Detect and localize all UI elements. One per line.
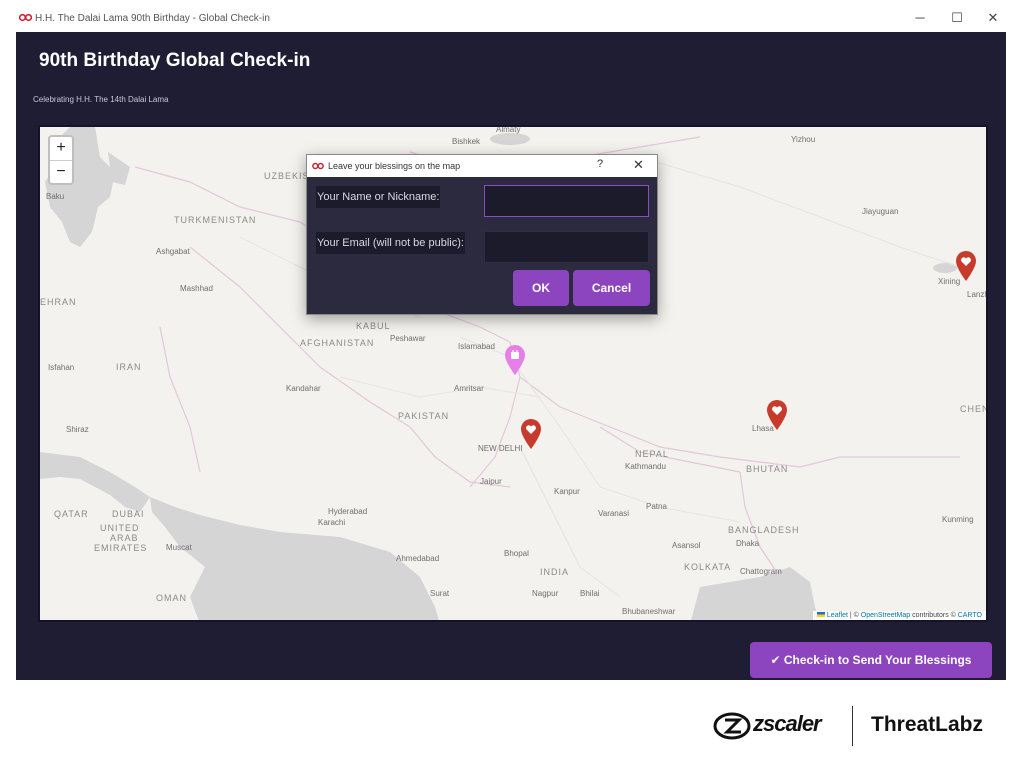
map-label: Bhilai <box>580 589 600 598</box>
carto-link[interactable]: CARTO <box>958 612 982 619</box>
email-label: Your Email (will not be public): <box>316 232 465 254</box>
attribution-separator: | © <box>847 612 861 619</box>
attribution-text: contributors © <box>910 612 958 619</box>
map-label: Chattogram <box>740 567 782 576</box>
zscaler-logo-icon <box>713 712 751 740</box>
map-label: Patna <box>646 502 667 511</box>
map-label: Muscat <box>166 543 192 552</box>
map-label: QATAR <box>54 509 89 519</box>
window-title: H.H. The Dalai Lama 90th Birthday - Glob… <box>35 13 270 24</box>
map-label: Nagpur <box>532 589 559 598</box>
name-input[interactable] <box>484 185 649 217</box>
map-label: NEPAL <box>635 449 669 459</box>
map-label: BANGLADESH <box>728 525 800 535</box>
close-window-button[interactable]: ✕ <box>983 8 1003 28</box>
name-label: Your Name or Nickname: <box>316 186 441 208</box>
map-label: Bishkek <box>452 137 481 146</box>
map-label: Baku <box>46 192 65 201</box>
map-label: OMAN <box>156 593 187 603</box>
map-label: Mashhad <box>180 284 213 293</box>
map-label: Amritsar <box>454 384 484 393</box>
map-label: EMIRATES <box>94 543 148 553</box>
ukraine-flag-icon <box>816 612 825 617</box>
map-label: KABUL <box>356 321 391 331</box>
heart-marker-icon[interactable] <box>765 399 789 431</box>
app-logo-icon <box>19 13 32 22</box>
map-label: Yizhou <box>791 135 816 144</box>
app-logo-icon <box>312 162 324 170</box>
map-label: EHRAN <box>40 297 77 307</box>
blessing-dialog: Leave your blessings on the map ? ✕ Your… <box>306 154 658 315</box>
map-label: Peshawar <box>390 334 426 343</box>
map-label: Ahmedabad <box>396 554 440 563</box>
map-label: NEW DELHI <box>478 444 523 453</box>
map-label: PAKISTAN <box>398 411 450 421</box>
map-label: Kandahar <box>286 384 321 393</box>
email-input[interactable] <box>484 231 649 263</box>
map-label: ARAB <box>110 533 139 543</box>
maximize-button[interactable]: ☐ <box>947 8 967 28</box>
map-label: TURKMENISTAN <box>174 215 257 225</box>
map-label: Islamabad <box>458 342 495 351</box>
help-button[interactable]: ? <box>597 158 603 170</box>
zoom-control: + − <box>48 135 74 185</box>
map-label: AFGHANISTAN <box>300 338 375 348</box>
map-label: Almaty <box>496 125 521 134</box>
footer-divider <box>852 706 853 746</box>
map-label: Hyderabad <box>328 507 368 516</box>
map-label: Kathmandu <box>625 462 666 471</box>
app-body: 90th Birthday Global Check-in Celebratin… <box>16 32 1006 680</box>
map-label: Karachi <box>318 518 346 527</box>
check-in-button[interactable]: ✔ Check-in to Send Your Blessings <box>750 642 992 678</box>
dialog-close-button[interactable]: ✕ <box>633 157 644 173</box>
zscaler-brand: zscaler <box>753 711 822 736</box>
map-label: Ashgabat <box>156 247 190 256</box>
map-label: KOLKATA <box>684 562 732 572</box>
zoom-out-button[interactable]: − <box>50 160 72 183</box>
page-subtitle: Celebrating H.H. The 14th Dalai Lama <box>33 95 169 104</box>
map-label: Asansol <box>672 541 701 550</box>
dialog-title: Leave your blessings on the map <box>328 161 461 171</box>
map-label: Varanasi <box>598 509 629 518</box>
map-label: IRAN <box>116 362 142 372</box>
map-label: CHENG <box>960 404 986 414</box>
map-label: Jiayuguan <box>862 207 899 216</box>
openstreetmap-link[interactable]: OpenStreetMap <box>861 612 910 619</box>
map-label: Jaipur <box>480 477 502 486</box>
window-titlebar: H.H. The Dalai Lama 90th Birthday - Glob… <box>0 0 1024 32</box>
leaflet-link[interactable]: Leaflet <box>827 612 848 619</box>
map-label: Shiraz <box>66 425 89 434</box>
map-label: INDIA <box>540 567 570 577</box>
map-label: Lanzh <box>967 290 988 299</box>
map-label: UZBEKIS <box>264 171 310 181</box>
map-label: Kanpur <box>554 487 580 496</box>
page-title: 90th Birthday Global Check-in <box>39 50 311 71</box>
zoom-in-button[interactable]: + <box>50 137 72 160</box>
map-label: Isfahan <box>48 363 75 372</box>
map-label: UNITED <box>100 523 140 533</box>
dialog-titlebar: Leave your blessings on the map ? ✕ <box>307 155 657 177</box>
minimize-button[interactable]: ─ <box>910 8 930 28</box>
map-label: Dhaka <box>736 539 760 548</box>
map-label: DUBAI <box>112 509 145 519</box>
map-label: BHUTAN <box>746 464 789 474</box>
map-label: Bhopal <box>504 549 529 558</box>
map-attribution: Leaflet | © OpenStreetMap contributors ©… <box>812 611 986 620</box>
current-location-marker-icon[interactable] <box>503 344 527 376</box>
map-label: Kunming <box>942 515 974 524</box>
map-label: Bhubaneshwar <box>622 607 676 616</box>
cancel-button[interactable]: Cancel <box>573 270 650 306</box>
heart-marker-icon[interactable] <box>954 250 978 282</box>
map-label: Surat <box>430 589 450 598</box>
heart-marker-icon[interactable] <box>519 418 543 450</box>
ok-button[interactable]: OK <box>513 270 569 306</box>
threatlabz-brand: ThreatLabz <box>871 713 984 736</box>
